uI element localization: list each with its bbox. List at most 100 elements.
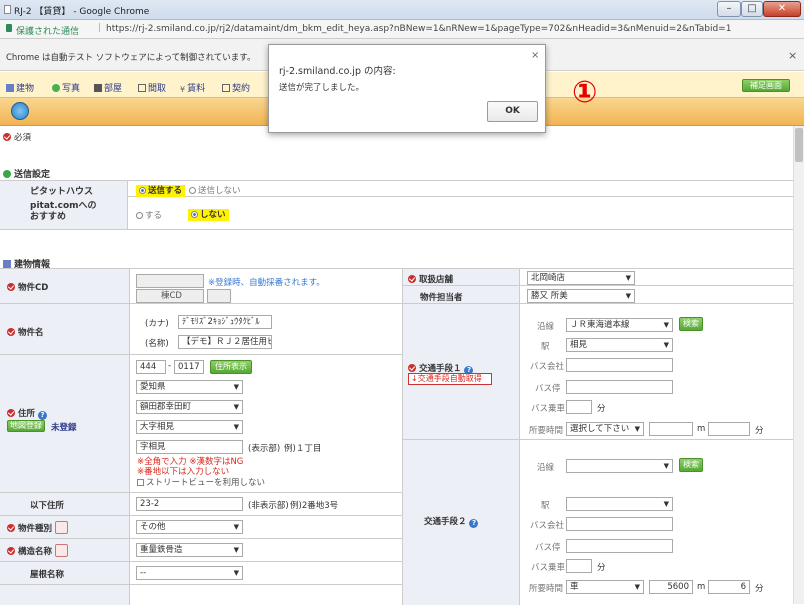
bus-company-input-2[interactable] xyxy=(566,517,673,531)
yen-icon: ¥ xyxy=(180,85,186,94)
store-select[interactable]: 北岡崎店 xyxy=(527,271,635,285)
vertical-scrollbar[interactable] xyxy=(793,126,804,604)
infobar-close-icon[interactable]: × xyxy=(788,49,797,62)
ok-button[interactable]: OK xyxy=(487,101,538,122)
city-select[interactable]: 額田郡幸田町 xyxy=(136,400,243,414)
line-select-1[interactable]: ＪＲ東海道本線 xyxy=(566,318,673,332)
save-icon[interactable] xyxy=(11,102,29,120)
row-divider xyxy=(0,584,402,585)
address-label: 住所 ? xyxy=(7,407,47,420)
required-icon xyxy=(7,524,15,532)
send-row-pitathouse: ピタットハウス 送信する 送信しない xyxy=(0,180,793,197)
pitatcom-yes-radio[interactable]: する xyxy=(136,209,162,221)
supplement-screen-button[interactable]: 補足画面 xyxy=(742,79,790,92)
add-icon[interactable] xyxy=(54,544,68,557)
station-select-1[interactable]: 相見 xyxy=(566,338,673,352)
staff-label: 物件担当者 xyxy=(420,293,463,303)
area-select[interactable]: 大字相見 xyxy=(136,420,243,434)
pitatcom-no-radio[interactable]: しない xyxy=(188,208,229,221)
nav-rent[interactable]: ¥ 賃料 xyxy=(180,81,205,94)
close-window-button[interactable]: ✕ xyxy=(763,1,801,17)
zip2-input[interactable]: 0117 xyxy=(174,360,204,374)
prefecture-select[interactable]: 愛知県 xyxy=(136,380,243,394)
infobar-message: Chrome は自動テスト ソフトウェアによって制御されています。 xyxy=(6,53,256,63)
url-text[interactable]: https://rj-2.smiland.co.jp/rj2/datamaint… xyxy=(106,24,731,34)
required-icon xyxy=(7,547,15,555)
display-example: 例)１丁目 xyxy=(284,444,322,454)
pitathouse-send-radio[interactable]: 送信する xyxy=(136,184,186,197)
bus-company-input-1[interactable] xyxy=(566,358,673,372)
time-label-1: 所要時間 xyxy=(529,426,564,436)
bus-stop-input-1[interactable] xyxy=(566,380,673,394)
roof-select[interactable]: -- xyxy=(136,566,243,580)
row-divider xyxy=(0,561,402,562)
row-divider xyxy=(402,439,793,440)
nav-contract[interactable]: 契約 xyxy=(222,81,250,94)
help-icon[interactable]: ? xyxy=(469,519,479,528)
auto-transport-button[interactable]: ↓交通手段自動取得 xyxy=(408,373,492,385)
bus-ride-unit-1: 分 xyxy=(597,404,606,414)
streetview-checkbox[interactable]: ストリートビューを利用しない xyxy=(137,476,265,488)
station-label-1: 駅 xyxy=(541,342,550,352)
bus-stop-input-2[interactable] xyxy=(566,539,673,553)
below-address-note: (非表示部) xyxy=(248,501,289,511)
store-label: 取扱店舗 xyxy=(408,273,453,285)
below-address-label: 以下住所 xyxy=(30,501,65,511)
below-address-input[interactable]: 23-2 xyxy=(136,497,243,511)
bukken-cd-input[interactable] xyxy=(136,274,204,288)
time-select-1[interactable]: 選択して下さい xyxy=(566,422,644,436)
bukken-type-select[interactable]: その他 xyxy=(136,520,243,534)
time-select-2[interactable]: 車 xyxy=(566,580,644,594)
aza-input[interactable]: 字相見 xyxy=(136,440,243,454)
nav-photo[interactable]: 写真 xyxy=(52,81,80,94)
transport2-label: 交通手段２ ? xyxy=(424,515,479,528)
nav-layout[interactable]: 間取 xyxy=(138,81,166,94)
roof-label: 屋根名称 xyxy=(30,570,65,580)
dialog-close-icon[interactable]: × xyxy=(531,50,539,61)
distance-unit-1: m xyxy=(697,424,706,434)
line-search-button-1[interactable]: 検索 xyxy=(679,317,703,331)
maximize-button[interactable]: □ xyxy=(741,1,763,17)
minimize-button[interactable]: – xyxy=(717,1,741,17)
zip1-input[interactable]: 444 xyxy=(136,360,166,374)
name-input[interactable]: 【デモ】ＲＪ２居住用ビル xyxy=(178,335,272,349)
structure-label: 構造名称 xyxy=(7,544,68,557)
dialog-title: rj-2.smiland.co.jp の内容: xyxy=(279,66,396,77)
help-icon[interactable]: ? xyxy=(37,411,47,420)
contract-icon xyxy=(222,84,230,92)
line-search-button-2[interactable]: 検索 xyxy=(679,458,703,472)
zip-lookup-button[interactable]: 住所表示 xyxy=(210,360,252,374)
kana-input[interactable]: ﾃﾞﾓﾘｽﾞ2ｷｮｼﾞｭｳﾀｸﾋﾞﾙ xyxy=(178,315,272,329)
staff-select[interactable]: 勝又 所美 xyxy=(527,289,635,303)
add-icon[interactable] xyxy=(54,521,68,534)
line-label-2: 沿線 xyxy=(537,463,555,473)
nav-room[interactable]: 部屋 xyxy=(94,81,122,94)
distance-input-1[interactable] xyxy=(649,422,693,436)
bus-ride-input-1[interactable] xyxy=(566,400,592,414)
station-select-2[interactable] xyxy=(566,497,673,511)
time-input-2[interactable]: 6 xyxy=(708,580,750,594)
nav-building[interactable]: 建物 xyxy=(6,81,34,94)
address-bar[interactable]: 保護された通信 | https://rj-2.smiland.co.jp/rj2… xyxy=(0,20,804,39)
secure-label: 保護された通信 xyxy=(16,27,80,37)
bukken-cd-note: ※登録時、自動採番されます。 xyxy=(208,278,325,288)
bus-company-label-1: バス会社 xyxy=(530,362,565,372)
bus-company-label-2: バス会社 xyxy=(530,521,565,531)
radio-on-icon xyxy=(139,187,146,194)
alert-dialog: rj-2.smiland.co.jp の内容: × 送信が完了しました。 OK xyxy=(268,44,546,133)
row-divider xyxy=(0,538,402,539)
distance-input-2[interactable]: 5600 xyxy=(649,580,693,594)
radio-on-icon xyxy=(191,211,198,218)
scrollbar-thumb[interactable] xyxy=(795,128,803,162)
map-status: 未登録 xyxy=(51,423,77,433)
tou-cd-box: 棟CD xyxy=(136,289,204,303)
row-divider xyxy=(0,303,402,304)
time-input-1[interactable] xyxy=(708,422,750,436)
tou-cd-input[interactable] xyxy=(207,289,231,303)
line-select-2[interactable] xyxy=(566,459,673,473)
below-address-example: 例)2番地3号 xyxy=(290,501,339,511)
map-register-button[interactable]: 地図登録 xyxy=(7,420,45,432)
pitathouse-nosend-radio[interactable]: 送信しない xyxy=(189,184,241,196)
structure-select[interactable]: 重量鉄骨造 xyxy=(136,543,243,557)
bus-ride-input-2[interactable] xyxy=(566,559,592,573)
